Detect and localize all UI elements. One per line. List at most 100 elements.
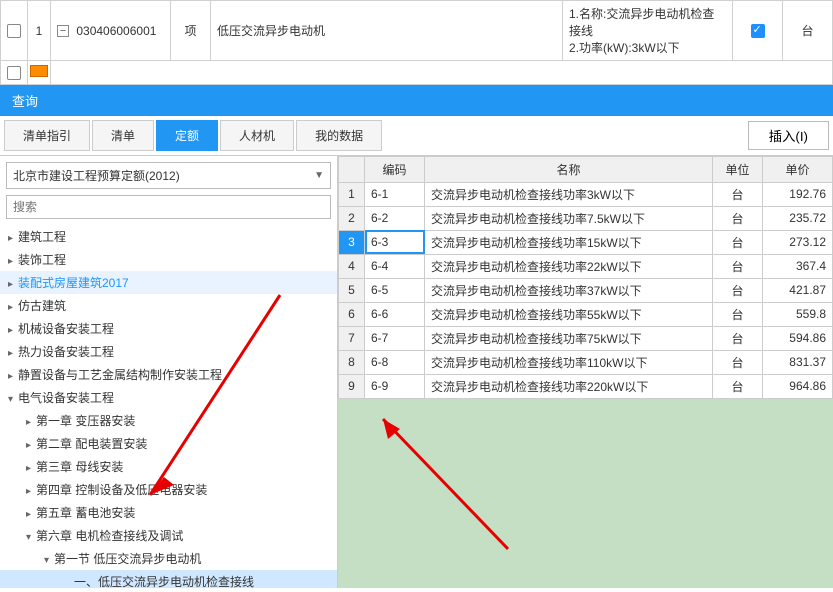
- tab-mydata[interactable]: 我的数据: [296, 120, 382, 151]
- tree-node[interactable]: ▸第二章 配电装置安装: [0, 432, 337, 455]
- quota-table: 编码 名称 单位 单价 16-1交流异步电动机检查接线功率3kW以下台192.7…: [338, 156, 833, 399]
- tree-node[interactable]: ▸装配式房屋建筑2017: [0, 271, 337, 294]
- quota-book-selector[interactable]: 北京市建设工程预算定额(2012) ▼: [6, 162, 331, 189]
- row-num: 2: [339, 206, 365, 230]
- left-panel: 北京市建设工程预算定额(2012) ▼ ▸建筑工程 ▸装饰工程 ▸装配式房屋建筑…: [0, 156, 338, 588]
- row-num: 8: [339, 350, 365, 374]
- table-row[interactable]: 16-1交流异步电动机检查接线功率3kW以下台192.76: [339, 182, 833, 206]
- table-row[interactable]: 36-3交流异步电动机检查接线功率15kW以下台273.12: [339, 230, 833, 254]
- row-code: 6-3: [365, 230, 425, 254]
- tree-node[interactable]: ▸静置设备与工艺金属结构制作安装工程: [0, 363, 337, 386]
- tab-material[interactable]: 人材机: [220, 120, 294, 151]
- row-unit: 台: [713, 182, 763, 206]
- row-name: 交流异步电动机检查接线功率55kW以下: [425, 302, 713, 326]
- col-code[interactable]: 编码: [365, 156, 425, 182]
- tree-node[interactable]: ▸第三章 母线安装: [0, 455, 337, 478]
- col-unit[interactable]: 单位: [713, 156, 763, 182]
- row-code: 6-2: [365, 206, 425, 230]
- tree-node[interactable]: ▸第五章 蓄电池安装: [0, 501, 337, 524]
- tree-leaf-selected[interactable]: 一、低压交流异步电动机检查接线: [0, 570, 337, 588]
- top-item-table: 1 − 030406006001 项 低压交流异步电动机 1.名称:交流异步电动…: [0, 0, 833, 85]
- table-row[interactable]: 46-4交流异步电动机检查接线功率22kW以下台367.4: [339, 254, 833, 278]
- table-row[interactable]: 26-2交流异步电动机检查接线功率7.5kW以下台235.72: [339, 206, 833, 230]
- row-name: 交流异步电动机检查接线功率37kW以下: [425, 278, 713, 302]
- row-number: 1: [28, 1, 51, 61]
- tree-node[interactable]: ▸第一章 变压器安装: [0, 409, 337, 432]
- collapse-icon[interactable]: −: [57, 25, 69, 37]
- row-checkbox[interactable]: [7, 66, 21, 80]
- table-row[interactable]: 96-9交流异步电动机检查接线功率220kW以下台964.86: [339, 374, 833, 398]
- row-price: 559.8: [763, 302, 833, 326]
- tree-node[interactable]: ▾电气设备安装工程: [0, 386, 337, 409]
- tree-node[interactable]: ▾第六章 电机检查接线及调试: [0, 524, 337, 547]
- query-label: 查询: [12, 94, 38, 109]
- unit2-cell: 台: [783, 1, 833, 61]
- tab-list-guide[interactable]: 清单指引: [4, 120, 90, 151]
- row-price: 235.72: [763, 206, 833, 230]
- row-code: 6-6: [365, 302, 425, 326]
- row-price: 421.87: [763, 278, 833, 302]
- row-name: 交流异步电动机检查接线功率110kW以下: [425, 350, 713, 374]
- tree-node[interactable]: ▸热力设备安装工程: [0, 340, 337, 363]
- row-unit: 台: [713, 350, 763, 374]
- tabs-row: 清单指引 清单 定额 人材机 我的数据 插入(I): [0, 116, 833, 156]
- tree-node[interactable]: ▾第一节 低压交流异步电动机: [0, 547, 337, 570]
- tree-node[interactable]: ▸机械设备安装工程: [0, 317, 337, 340]
- col-name[interactable]: 名称: [425, 156, 713, 182]
- row-num: 4: [339, 254, 365, 278]
- unit-cell: 项: [171, 1, 211, 61]
- tree-node[interactable]: ▸装饰工程: [0, 248, 337, 271]
- row-code: 6-9: [365, 374, 425, 398]
- tree-node[interactable]: ▸第四章 控制设备及低压电器安装: [0, 478, 337, 501]
- row-name: 交流异步电动机检查接线功率75kW以下: [425, 326, 713, 350]
- row-price: 831.37: [763, 350, 833, 374]
- row-unit: 台: [713, 302, 763, 326]
- row-price: 192.76: [763, 182, 833, 206]
- row-num: 5: [339, 278, 365, 302]
- check-icon[interactable]: [751, 24, 765, 38]
- row-num: 7: [339, 326, 365, 350]
- empty-area: [338, 399, 833, 588]
- item-spec: 1.名称:交流异步电动机检查接线 2.功率(kW):3kW以下: [563, 1, 733, 61]
- row-num: 9: [339, 374, 365, 398]
- row-code: 6-5: [365, 278, 425, 302]
- item-name: 低压交流异步电动机: [211, 1, 563, 61]
- row-unit: 台: [713, 230, 763, 254]
- row-name: 交流异步电动机检查接线功率22kW以下: [425, 254, 713, 278]
- row-code: 6-4: [365, 254, 425, 278]
- item-code: 030406006001: [76, 24, 156, 38]
- row-code: 6-8: [365, 350, 425, 374]
- row-checkbox[interactable]: [7, 24, 21, 38]
- orange-indicator-icon: [30, 65, 48, 77]
- row-num: 3: [339, 230, 365, 254]
- table-row[interactable]: 66-6交流异步电动机检查接线功率55kW以下台559.8: [339, 302, 833, 326]
- row-num: 1: [339, 182, 365, 206]
- row-unit: 台: [713, 326, 763, 350]
- row-unit: 台: [713, 374, 763, 398]
- table-row[interactable]: 86-8交流异步电动机检查接线功率110kW以下台831.37: [339, 350, 833, 374]
- row-price: 273.12: [763, 230, 833, 254]
- category-tree: ▸建筑工程 ▸装饰工程 ▸装配式房屋建筑2017 ▸仿古建筑 ▸机械设备安装工程…: [0, 225, 337, 588]
- annotation-arrow-icon: [358, 399, 518, 559]
- col-price[interactable]: 单价: [763, 156, 833, 182]
- tree-node[interactable]: ▸仿古建筑: [0, 294, 337, 317]
- search-input[interactable]: [6, 195, 331, 219]
- row-code: 6-7: [365, 326, 425, 350]
- row-code: 6-1: [365, 182, 425, 206]
- chevron-down-icon: ▼: [314, 170, 324, 181]
- tab-list[interactable]: 清单: [92, 120, 154, 151]
- table-row[interactable]: 56-5交流异步电动机检查接线功率37kW以下台421.87: [339, 278, 833, 302]
- right-panel: 编码 名称 单位 单价 16-1交流异步电动机检查接线功率3kW以下台192.7…: [338, 156, 833, 588]
- row-name: 交流异步电动机检查接线功率15kW以下: [425, 230, 713, 254]
- row-unit: 台: [713, 254, 763, 278]
- insert-button[interactable]: 插入(I): [748, 121, 829, 150]
- row-unit: 台: [713, 206, 763, 230]
- row-price: 367.4: [763, 254, 833, 278]
- tab-quota[interactable]: 定额: [156, 120, 218, 151]
- tree-node[interactable]: ▸建筑工程: [0, 225, 337, 248]
- row-name: 交流异步电动机检查接线功率220kW以下: [425, 374, 713, 398]
- row-unit: 台: [713, 278, 763, 302]
- table-row[interactable]: 76-7交流异步电动机检查接线功率75kW以下台594.86: [339, 326, 833, 350]
- row-name: 交流异步电动机检查接线功率7.5kW以下: [425, 206, 713, 230]
- row-name: 交流异步电动机检查接线功率3kW以下: [425, 182, 713, 206]
